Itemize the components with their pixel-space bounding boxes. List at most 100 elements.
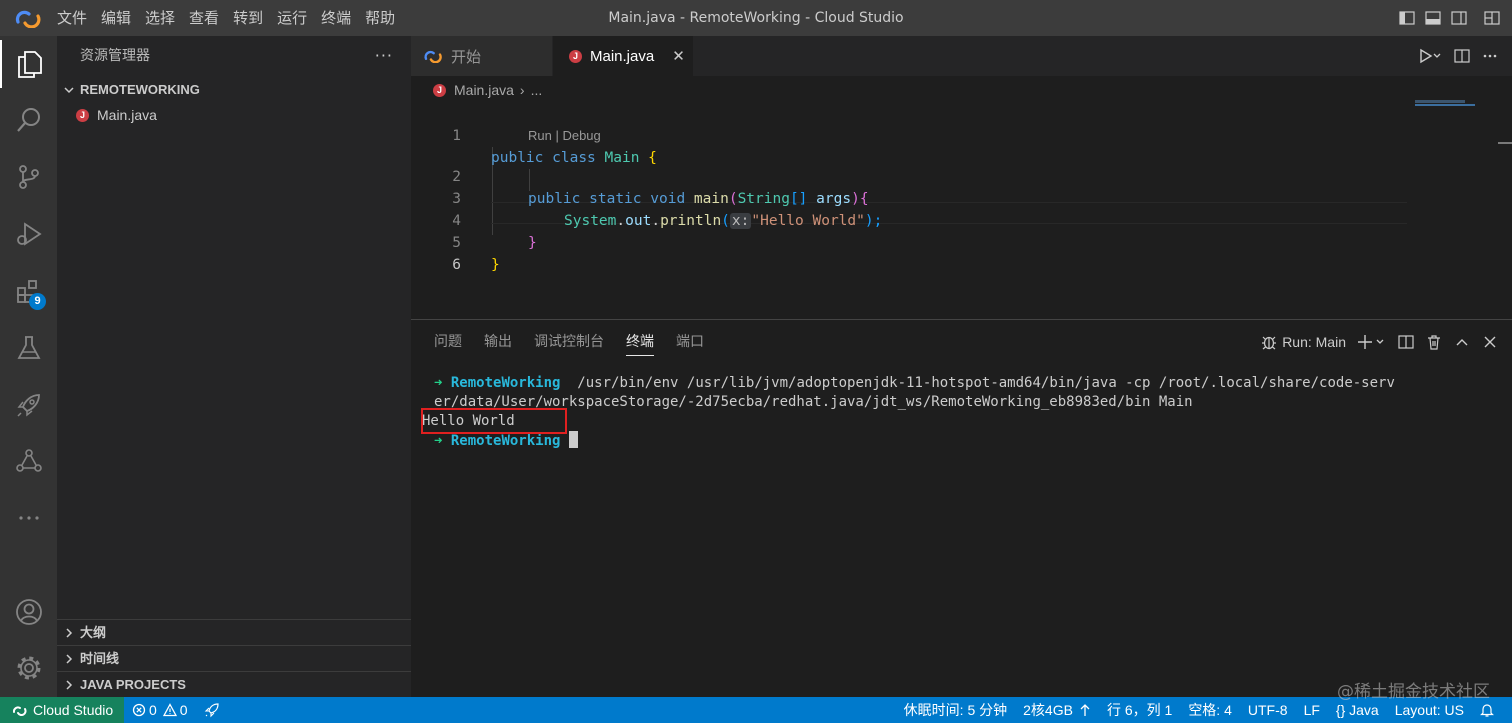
deploy-rocket-icon[interactable] bbox=[196, 697, 228, 723]
remote-label: Cloud Studio bbox=[33, 702, 114, 718]
run-debug-icon[interactable] bbox=[0, 210, 57, 258]
remote-indicator[interactable]: Cloud Studio bbox=[0, 697, 124, 723]
menu-selection[interactable]: 选择 bbox=[138, 0, 182, 36]
kill-terminal-trash-icon[interactable] bbox=[1420, 320, 1448, 364]
breadcrumb-file[interactable]: Main.java bbox=[454, 82, 514, 98]
menu-edit[interactable]: 编辑 bbox=[94, 0, 138, 36]
customize-layout-icon[interactable] bbox=[1472, 0, 1512, 36]
run-main-label: Run: Main bbox=[1282, 334, 1346, 350]
menu-help[interactable]: 帮助 bbox=[358, 0, 402, 36]
settings-gear-icon[interactable] bbox=[0, 644, 57, 692]
folder-header[interactable]: REMOTEWORKING bbox=[57, 76, 411, 103]
terminal-output[interactable]: ➜ RemoteWorking /usr/bin/env /usr/lib/jv… bbox=[422, 374, 1494, 450]
toggle-panel-icon[interactable] bbox=[1420, 0, 1446, 36]
graph-nodes-icon[interactable] bbox=[0, 437, 57, 485]
title-bar: 文件 编辑 选择 查看 转到 运行 终端 帮助 Main.java - Remo… bbox=[0, 0, 1512, 36]
editor-tab-bar: 开始 J Main.java ✕ bbox=[411, 36, 1512, 76]
cloud-studio-logo-icon[interactable] bbox=[14, 8, 42, 29]
indentation[interactable]: 空格: 4 bbox=[1180, 697, 1240, 723]
code-line: 1 public class Main { bbox=[411, 103, 657, 166]
menu-terminal[interactable]: 终端 bbox=[314, 0, 358, 36]
explorer-sidebar: 资源管理器 ··· REMOTEWORKING J Main.java 大纲 时… bbox=[57, 36, 411, 697]
code-line: 4 } bbox=[411, 188, 536, 251]
tab-problems[interactable]: 问题 bbox=[434, 320, 462, 364]
search-icon[interactable] bbox=[0, 96, 57, 144]
terminal-output-line: Hello World bbox=[422, 412, 1494, 431]
rocket-icon[interactable] bbox=[0, 381, 57, 429]
remote-icon bbox=[12, 704, 28, 716]
java-file-icon: J bbox=[569, 49, 582, 63]
bottom-panel: 问题 输出 调试控制台 终端 端口 Run: Main ➜ RemoteWork… bbox=[411, 319, 1512, 697]
maximize-panel-chevron-up-icon[interactable] bbox=[1448, 320, 1476, 364]
tab-output[interactable]: 输出 bbox=[484, 320, 512, 364]
run-java-icon[interactable] bbox=[1412, 36, 1448, 76]
error-count: 0 bbox=[149, 702, 157, 718]
split-editor-icon[interactable] bbox=[1448, 36, 1476, 76]
warning-count: 0 bbox=[179, 702, 188, 718]
sidebar-sections: 大纲 时间线 JAVA PROJECTS bbox=[57, 619, 411, 697]
activity-bar: 9 bbox=[0, 36, 57, 697]
codelens-run-debug[interactable]: Run | Debug bbox=[528, 127, 601, 145]
toggle-sidebar-icon[interactable] bbox=[1394, 0, 1420, 36]
chevron-right-icon bbox=[57, 627, 80, 639]
panel-tabs: 问题 输出 调试控制台 终端 端口 bbox=[423, 320, 715, 364]
tab-ports[interactable]: 端口 bbox=[676, 320, 704, 364]
terminal-line: er/data/User/workspaceStorage/-2d75ecba/… bbox=[434, 393, 1494, 412]
close-tab-icon[interactable]: ✕ bbox=[672, 47, 685, 65]
tab-welcome[interactable]: 开始 bbox=[411, 36, 552, 76]
tab-main-java[interactable]: J Main.java ✕ bbox=[553, 36, 693, 76]
end-of-line[interactable]: LF bbox=[1296, 697, 1328, 723]
sleep-timer[interactable]: 休眠时间: 5 分钟 bbox=[896, 697, 1015, 723]
status-bar: Cloud Studio 0 0 休眠时间: 5 分钟 2核4GB 行 6，列 … bbox=[0, 697, 1512, 723]
error-icon bbox=[132, 703, 146, 717]
explorer-icon[interactable] bbox=[0, 40, 57, 88]
machine-label: 2核4GB bbox=[1023, 702, 1073, 718]
breadcrumb-more[interactable]: ... bbox=[531, 82, 543, 98]
tab-terminal[interactable]: 终端 bbox=[626, 320, 654, 364]
line-number: 6 bbox=[452, 257, 461, 273]
minimap[interactable] bbox=[1412, 76, 1512, 319]
breadcrumb-separator: › bbox=[519, 82, 525, 98]
inlay-hint: x: bbox=[729, 213, 752, 229]
more-actions-icon[interactable] bbox=[1476, 36, 1512, 76]
editor-actions bbox=[1412, 36, 1512, 76]
cursor-position[interactable]: 行 6，列 1 bbox=[1099, 697, 1180, 723]
debug-bug-icon bbox=[1260, 333, 1278, 351]
menu-run[interactable]: 运行 bbox=[270, 0, 314, 36]
new-terminal-icon[interactable] bbox=[1352, 320, 1392, 364]
source-control-icon[interactable] bbox=[0, 153, 57, 201]
file-main-java[interactable]: J Main.java bbox=[57, 103, 411, 128]
tab-debug-console[interactable]: 调试控制台 bbox=[534, 320, 604, 364]
code-line: 3 System.out.println(x: "Hello World"); bbox=[411, 166, 882, 229]
prompt-arrow: ➜ bbox=[434, 433, 443, 449]
testing-flask-icon[interactable] bbox=[0, 324, 57, 372]
arrow-up-icon bbox=[1079, 703, 1091, 717]
more-icon[interactable] bbox=[0, 494, 57, 542]
section-java-projects[interactable]: JAVA PROJECTS bbox=[57, 671, 411, 697]
watermark: @稀土掘金技术社区 bbox=[1337, 682, 1490, 702]
extensions-icon[interactable]: 9 bbox=[0, 268, 57, 316]
tab-label: 开始 bbox=[451, 48, 482, 66]
minimap-text bbox=[1415, 100, 1465, 103]
menu-file[interactable]: 文件 bbox=[50, 0, 94, 36]
section-outline[interactable]: 大纲 bbox=[57, 619, 411, 645]
split-terminal-icon[interactable] bbox=[1392, 320, 1420, 364]
menu-go[interactable]: 转到 bbox=[226, 0, 270, 36]
encoding[interactable]: UTF-8 bbox=[1240, 697, 1296, 723]
menu-view[interactable]: 查看 bbox=[182, 0, 226, 36]
prompt-cwd: RemoteWorking bbox=[450, 375, 561, 391]
section-label: 大纲 bbox=[80, 625, 107, 640]
extensions-badge: 9 bbox=[29, 293, 46, 310]
section-timeline[interactable]: 时间线 bbox=[57, 645, 411, 671]
explorer-more-icon[interactable]: ··· bbox=[375, 36, 393, 76]
terminal-line: ➜ RemoteWorking /usr/bin/env /usr/lib/jv… bbox=[434, 374, 1494, 393]
prompt-cwd: RemoteWorking bbox=[450, 433, 561, 449]
account-icon[interactable] bbox=[0, 588, 57, 636]
problems-status[interactable]: 0 0 bbox=[124, 697, 196, 723]
close-panel-icon[interactable] bbox=[1476, 320, 1504, 364]
toggle-secondary-sidebar-icon[interactable] bbox=[1446, 0, 1472, 36]
machine-spec[interactable]: 2核4GB bbox=[1015, 697, 1099, 723]
terminal-selector[interactable]: Run: Main bbox=[1254, 320, 1352, 364]
folder-name: REMOTEWORKING bbox=[80, 82, 200, 97]
file-name: Main.java bbox=[97, 107, 157, 123]
